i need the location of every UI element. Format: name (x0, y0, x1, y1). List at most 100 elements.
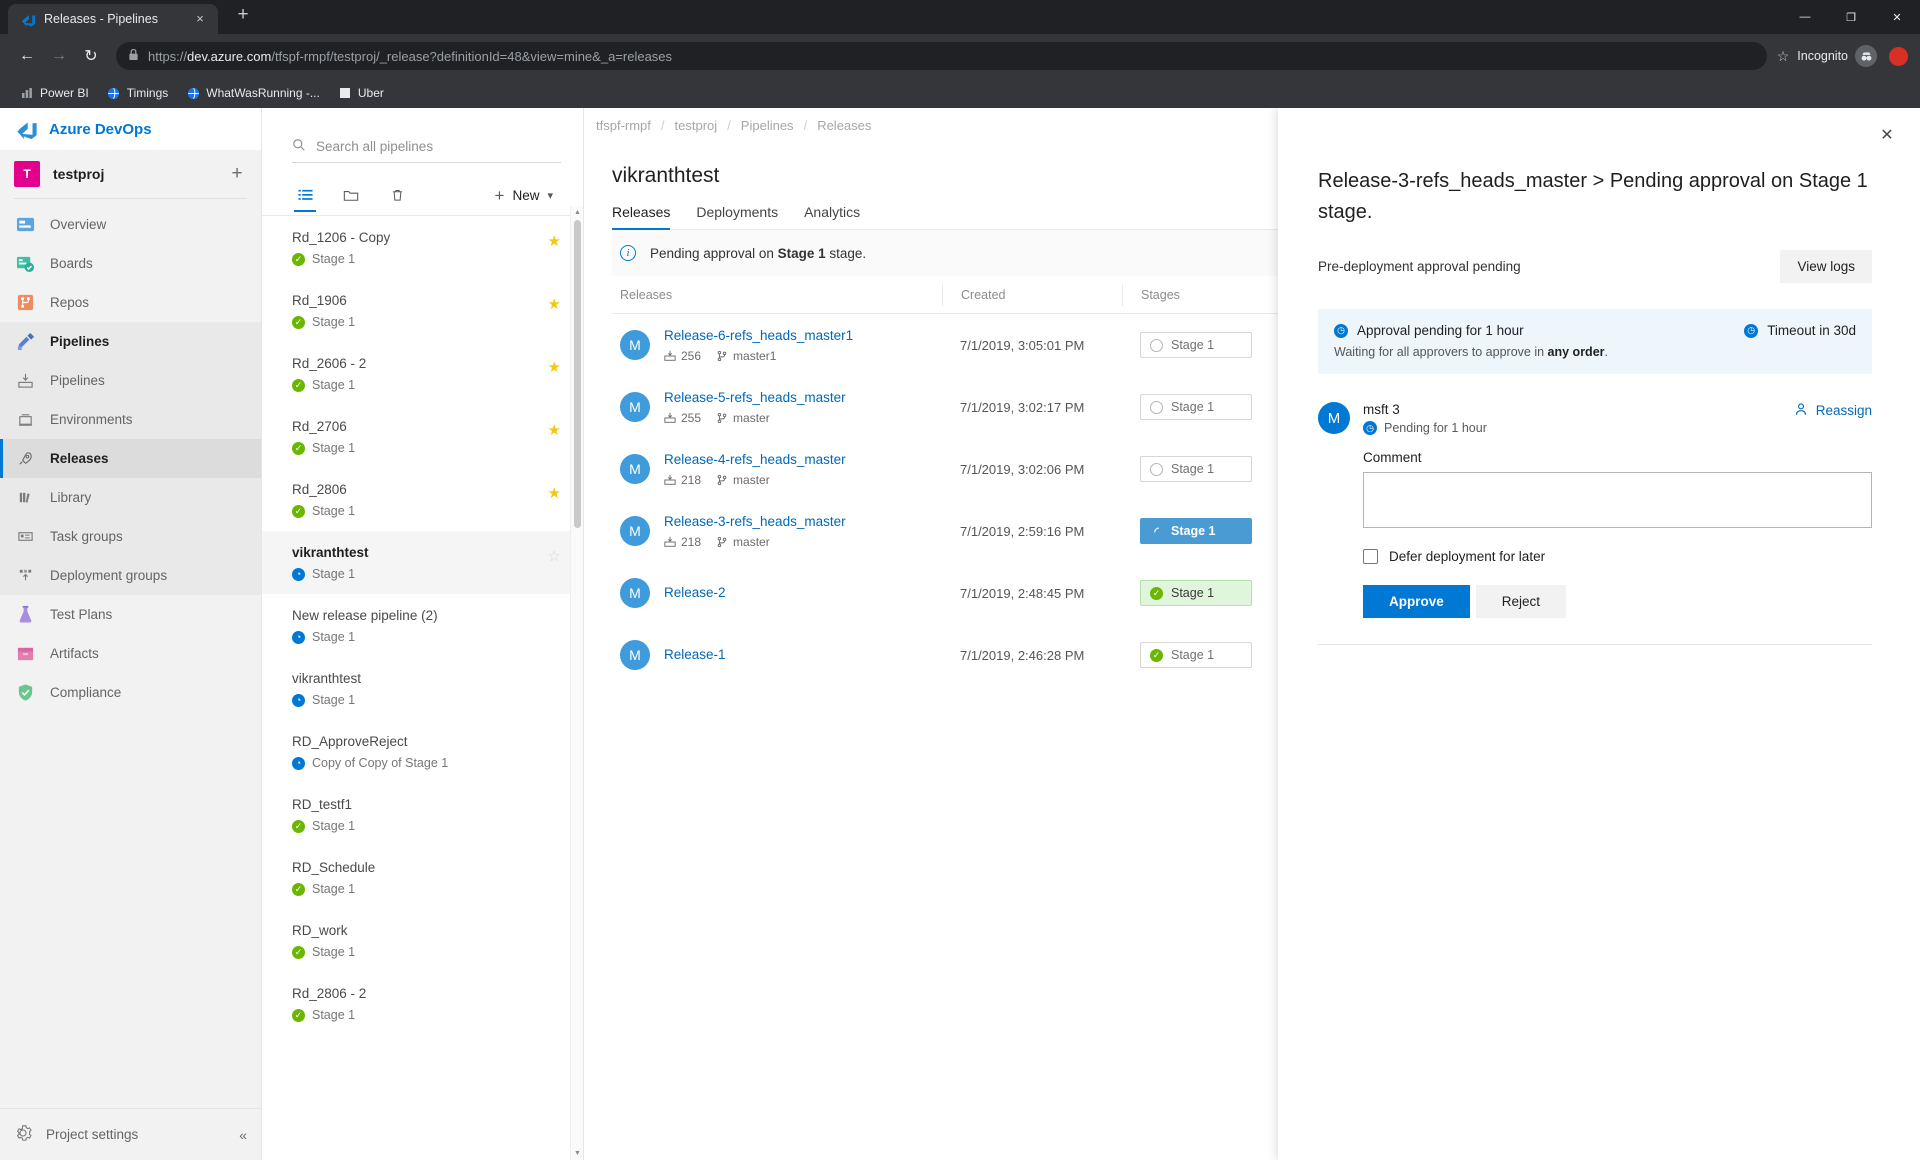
pipeline-list-item[interactable]: RD_ApproveReject ◔ Copy of Copy of Stage 1 (262, 720, 583, 783)
address-bar[interactable]: https://dev.azure.com/tfspf-rmpf/testpro… (116, 42, 1767, 70)
defer-deployment-checkbox[interactable]: Defer deployment for later (1363, 549, 1872, 564)
favorite-star-icon[interactable]: ★ (548, 358, 561, 376)
list-view-icon[interactable] (292, 181, 318, 212)
approve-button[interactable]: Approve (1363, 585, 1470, 618)
favorite-star-icon[interactable]: ★ (548, 295, 561, 313)
pipeline-list-item[interactable]: Rd_2806 - 2 ✓ Stage 1 (262, 972, 583, 1035)
sidebar-item-overview[interactable]: Overview (0, 205, 261, 244)
reject-button[interactable]: Reject (1475, 585, 1567, 618)
profile-avatar[interactable] (1889, 46, 1908, 66)
folder-icon[interactable] (338, 181, 364, 211)
search-input[interactable] (316, 139, 561, 154)
favorite-star-icon[interactable]: ★ (548, 421, 561, 439)
branch-name: master (716, 411, 770, 425)
close-icon[interactable]: ✕ (1874, 122, 1900, 148)
sidebar-item-pipelines-group[interactable]: Pipelines (0, 322, 261, 361)
new-pipeline-button[interactable]: + New ▾ (495, 186, 553, 206)
stage-badge[interactable]: ◜ Stage 1 (1140, 518, 1252, 544)
sidebar-item-test-plans[interactable]: Test Plans (0, 595, 261, 634)
project-selector[interactable]: T testproj + (0, 150, 261, 198)
scroll-down-icon[interactable]: ▼ (571, 1147, 583, 1160)
releases-rocket-icon (14, 448, 36, 470)
pipeline-list-item[interactable]: Rd_1906 ✓ Stage 1 ★ (262, 279, 583, 342)
pipeline-stage-label: Stage 1 (312, 441, 356, 455)
sidebar-item-label: Environments (50, 412, 133, 427)
minimize-button[interactable]: — (1782, 0, 1828, 34)
stage-badge-label: Stage 1 (1171, 524, 1216, 538)
browser-tab[interactable]: Releases - Pipelines × (8, 4, 218, 34)
maximize-button[interactable]: ❐ (1828, 0, 1874, 34)
build-number: 256 (664, 349, 701, 363)
favorite-star-icon[interactable]: ★ (548, 484, 561, 502)
azure-devops-home-link[interactable]: Azure DevOps (0, 108, 261, 150)
approval-timeout-text: Timeout in 30d (1767, 323, 1856, 338)
close-icon[interactable]: × (192, 11, 208, 27)
breadcrumb-item[interactable]: Releases (817, 118, 871, 133)
stage-badge[interactable]: Stage 1 (1140, 332, 1252, 358)
sidebar-item-compliance[interactable]: Compliance (0, 673, 261, 712)
sidebar-item-library[interactable]: Library (0, 478, 261, 517)
pipeline-stage-label: Stage 1 (312, 252, 356, 266)
sidebar-item-boards[interactable]: Boards (0, 244, 261, 283)
sidebar-item-deployment-groups[interactable]: Deployment groups (0, 556, 261, 595)
view-logs-button[interactable]: View logs (1780, 250, 1872, 283)
pipeline-list-item[interactable]: Rd_2706 ✓ Stage 1 ★ (262, 405, 583, 468)
bookmark-item[interactable]: Power BI (12, 83, 97, 103)
bookmark-item[interactable]: Uber (330, 83, 392, 103)
comment-input[interactable] (1363, 472, 1872, 528)
release-name-link[interactable]: Release-6-refs_heads_master1 (664, 327, 853, 345)
sidebar-item-artifacts[interactable]: Artifacts (0, 634, 261, 673)
add-icon[interactable]: + (226, 163, 248, 185)
window-close-button[interactable]: ✕ (1874, 0, 1920, 34)
collapse-icon[interactable]: « (239, 1127, 247, 1143)
scroll-up-icon[interactable]: ▲ (571, 206, 583, 219)
sidebar-item-environments[interactable]: Environments (0, 400, 261, 439)
sidebar-item-repos[interactable]: Repos (0, 283, 261, 322)
sidebar-item-task-groups[interactable]: Task groups (0, 517, 261, 556)
tab-analytics[interactable]: Analytics (804, 204, 860, 229)
pipeline-list-item[interactable]: Rd_1206 - Copy ✓ Stage 1 ★ (262, 216, 583, 279)
release-name-link[interactable]: Release-3-refs_heads_master (664, 513, 846, 531)
pipeline-list-item[interactable]: RD_testf1 ✓ Stage 1 (262, 783, 583, 846)
stage-badge[interactable]: ✓ Stage 1 (1140, 580, 1252, 606)
bookmark-item[interactable]: Timings (99, 83, 177, 103)
release-name-link[interactable]: Release-4-refs_heads_master (664, 451, 846, 469)
stage-badge[interactable]: Stage 1 (1140, 394, 1252, 420)
breadcrumb-item[interactable]: Pipelines (741, 118, 794, 133)
forward-icon[interactable]: → (44, 41, 74, 71)
sidebar-item-releases[interactable]: Releases (0, 439, 261, 478)
breadcrumb-item[interactable]: testproj (675, 118, 718, 133)
pipeline-list-item[interactable]: vikranthtest ◔ Stage 1 (262, 657, 583, 720)
tab-releases[interactable]: Releases (612, 204, 671, 230)
new-tab-button[interactable]: + (230, 3, 256, 29)
success-icon: ✓ (292, 252, 305, 266)
pipeline-list-item[interactable]: RD_work ✓ Stage 1 (262, 909, 583, 972)
release-name-link[interactable]: Release-1 (664, 646, 726, 664)
pipelines-scrollbar[interactable]: ▲ ▼ (570, 206, 583, 1160)
reassign-button[interactable]: Reassign (1794, 402, 1872, 419)
scrollbar-thumb[interactable] (574, 220, 581, 528)
pipeline-list-item[interactable]: Rd_2806 ✓ Stage 1 ★ (262, 468, 583, 531)
stage-badge[interactable]: Stage 1 (1140, 456, 1252, 482)
pipeline-list-item[interactable]: RD_Schedule ✓ Stage 1 (262, 846, 583, 909)
release-name-link[interactable]: Release-2 (664, 584, 726, 602)
pipeline-list-item[interactable]: vikranthtest ◔ Stage 1 ☆ (262, 531, 583, 594)
breadcrumb-item[interactable]: tfspf-rmpf (596, 118, 651, 133)
pipeline-name: Rd_1906 (292, 293, 347, 308)
favorite-star-icon[interactable]: ★ (548, 232, 561, 250)
pipeline-list-item[interactable]: Rd_2606 - 2 ✓ Stage 1 ★ (262, 342, 583, 405)
bookmark-item[interactable]: WhatWasRunning -... (178, 83, 328, 103)
pipelines-list[interactable]: Rd_1206 - Copy ✓ Stage 1 ★ Rd_1906 ✓ Stage 1 ★ R… (262, 216, 583, 1160)
stage-badge[interactable]: ✓ Stage 1 (1140, 642, 1252, 668)
reload-icon[interactable]: ↻ (76, 41, 106, 71)
incognito-indicator[interactable]: Incognito (1797, 45, 1883, 67)
release-name-link[interactable]: Release-5-refs_heads_master (664, 389, 846, 407)
project-settings-button[interactable]: Project settings « (0, 1108, 261, 1160)
bookmark-star-icon[interactable]: ☆ (1777, 48, 1790, 65)
trash-icon[interactable] (384, 181, 410, 211)
sidebar-item-pipelines[interactable]: Pipelines (0, 361, 261, 400)
pipeline-list-item[interactable]: New release pipeline (2) ◔ Stage 1 (262, 594, 583, 657)
favorite-star-icon[interactable]: ☆ (548, 547, 561, 565)
tab-deployments[interactable]: Deployments (696, 204, 778, 229)
back-icon[interactable]: ← (12, 41, 42, 71)
